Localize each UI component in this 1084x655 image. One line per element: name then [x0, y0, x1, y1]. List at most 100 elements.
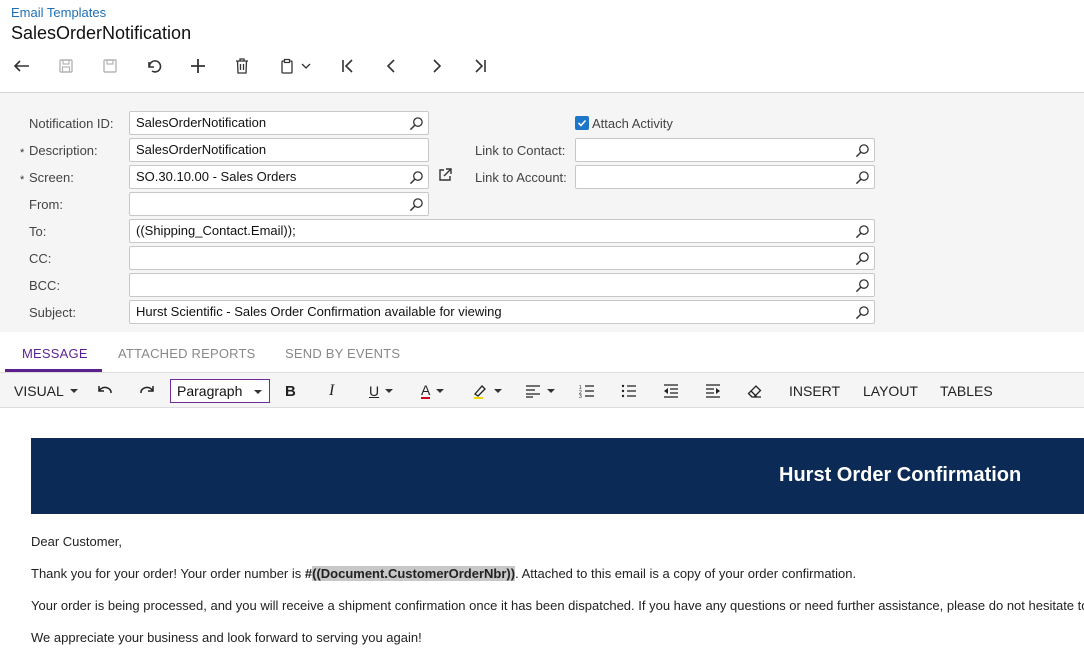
save-icon — [103, 59, 117, 73]
description-value: SalesOrderNotification — [136, 142, 267, 157]
caret-down-icon — [254, 390, 262, 394]
next-record-button[interactable] — [422, 53, 450, 79]
to-field[interactable]: ((Shipping_Contact.Email)); — [129, 219, 875, 243]
search-icon[interactable] — [855, 305, 870, 320]
editor-toolbar: VISUAL Paragraph B I U A 123 INSERT LAYO — [0, 372, 1084, 408]
line1-prefix: Thank you for your order! Your order num… — [31, 566, 305, 581]
first-icon — [342, 59, 353, 73]
bold-button[interactable]: B — [285, 373, 296, 409]
previous-record-button[interactable] — [378, 53, 406, 79]
chevron-down-icon — [301, 63, 311, 69]
search-icon[interactable] — [855, 224, 870, 239]
delete-button[interactable] — [228, 53, 256, 79]
redo-button[interactable] — [138, 373, 156, 409]
external-link-icon[interactable] — [437, 167, 453, 183]
search-icon[interactable] — [855, 278, 870, 293]
tab-bar: MESSAGE ATTACHED REPORTS SEND BY EVENTS — [0, 332, 1084, 372]
cc-label: CC: — [29, 251, 52, 266]
insert-menu[interactable]: INSERT — [789, 373, 840, 409]
save-close-button[interactable] — [52, 53, 80, 79]
order-number-placeholder: ((Document.CustomerOrderNbr)) — [312, 566, 516, 581]
cc-field[interactable] — [129, 246, 875, 270]
search-icon[interactable] — [855, 251, 870, 266]
undo-icon — [148, 60, 162, 73]
notification-id-field[interactable]: SalesOrderNotification — [129, 111, 429, 135]
italic-button[interactable]: I — [329, 373, 334, 409]
attach-activity-checkbox[interactable] — [575, 116, 589, 130]
email-banner: Hurst Order Confirmation — [31, 438, 1084, 514]
underline-button[interactable]: U — [369, 373, 394, 409]
search-icon[interactable] — [855, 170, 870, 185]
tab-attached-reports[interactable]: ATTACHED REPORTS — [118, 346, 256, 361]
outdent-icon — [664, 384, 678, 398]
email-line-processing: Your order is being processed, and you w… — [31, 598, 1084, 613]
align-left-icon — [526, 385, 540, 398]
visual-mode-dropdown[interactable]: VISUAL — [14, 373, 78, 409]
trash-icon — [236, 58, 248, 74]
to-label: To: — [29, 224, 47, 239]
bullet-list-icon — [621, 384, 636, 398]
search-icon[interactable] — [409, 197, 424, 212]
tables-menu[interactable]: TABLES — [940, 373, 993, 409]
chevron-left-icon — [386, 59, 395, 73]
caret-down-icon — [494, 389, 502, 393]
description-field[interactable]: SalesOrderNotification — [129, 138, 429, 162]
caret-down-icon — [69, 389, 78, 393]
subject-label: Subject: — [29, 305, 76, 320]
to-value: ((Shipping_Contact.Email)); — [136, 223, 296, 238]
align-dropdown[interactable] — [525, 373, 555, 409]
bullet-list-button[interactable] — [621, 373, 637, 409]
font-color-button[interactable]: A — [421, 373, 445, 409]
add-button[interactable] — [184, 53, 212, 79]
subject-field[interactable]: Hurst Scientific - Sales Order Confirmat… — [129, 300, 875, 324]
numbered-list-button[interactable]: 123 — [579, 373, 595, 409]
highlighter-icon — [474, 385, 486, 399]
cancel-button[interactable] — [140, 53, 168, 79]
eraser-icon — [747, 385, 762, 398]
search-icon[interactable] — [409, 116, 424, 131]
paragraph-style-value: Paragraph — [177, 383, 243, 399]
bold-icon: B — [285, 382, 296, 400]
screen-value: SO.30.10.00 - Sales Orders — [136, 169, 297, 184]
indent-button[interactable] — [705, 373, 721, 409]
chevron-right-icon — [433, 59, 442, 73]
email-editor-content[interactable]: Hurst Order Confirmation Dear Customer, … — [0, 408, 1084, 655]
undo-button[interactable] — [96, 373, 114, 409]
last-record-button[interactable] — [466, 53, 494, 79]
from-field[interactable] — [129, 192, 429, 216]
email-line-closing: We appreciate your business and look for… — [31, 630, 422, 645]
underline-icon: U — [369, 383, 380, 399]
email-line-order-number: Thank you for your order! Your order num… — [31, 566, 856, 581]
attach-activity-label[interactable]: Attach Activity — [592, 116, 673, 131]
search-icon[interactable] — [409, 170, 424, 185]
link-to-account-field[interactable] — [575, 165, 875, 189]
bcc-field[interactable] — [129, 273, 875, 297]
layout-menu[interactable]: LAYOUT — [863, 373, 918, 409]
description-required-mark: * — [20, 147, 25, 159]
screen-field[interactable]: SO.30.10.00 - Sales Orders — [129, 165, 429, 189]
caret-down-icon — [436, 389, 445, 393]
link-to-contact-field[interactable] — [575, 138, 875, 162]
outdent-button[interactable] — [663, 373, 679, 409]
page-title: SalesOrderNotification — [11, 23, 192, 43]
paragraph-style-select[interactable]: Paragraph — [170, 379, 270, 403]
redo-icon — [140, 386, 154, 394]
font-color-icon: A — [421, 382, 431, 399]
save-button[interactable] — [96, 53, 124, 79]
highlight-button[interactable] — [472, 373, 502, 409]
description-label: Description: — [29, 143, 98, 158]
first-record-button[interactable] — [334, 53, 362, 79]
breadcrumb[interactable]: Email Templates — [11, 5, 106, 20]
clear-formatting-button[interactable] — [747, 373, 763, 409]
back-button[interactable] — [8, 53, 36, 79]
tab-send-by-events[interactable]: SEND BY EVENTS — [285, 346, 400, 361]
notification-id-value: SalesOrderNotification — [136, 115, 267, 130]
svg-text:3: 3 — [579, 394, 582, 398]
plus-icon — [191, 59, 205, 73]
clipboard-menu-button[interactable] — [272, 53, 318, 79]
email-banner-title: Hurst Order Confirmation — [779, 464, 1022, 486]
back-arrow-icon — [13, 60, 29, 72]
search-icon[interactable] — [855, 143, 870, 158]
checkmark-icon — [577, 119, 587, 127]
tab-message[interactable]: MESSAGE — [22, 346, 88, 361]
